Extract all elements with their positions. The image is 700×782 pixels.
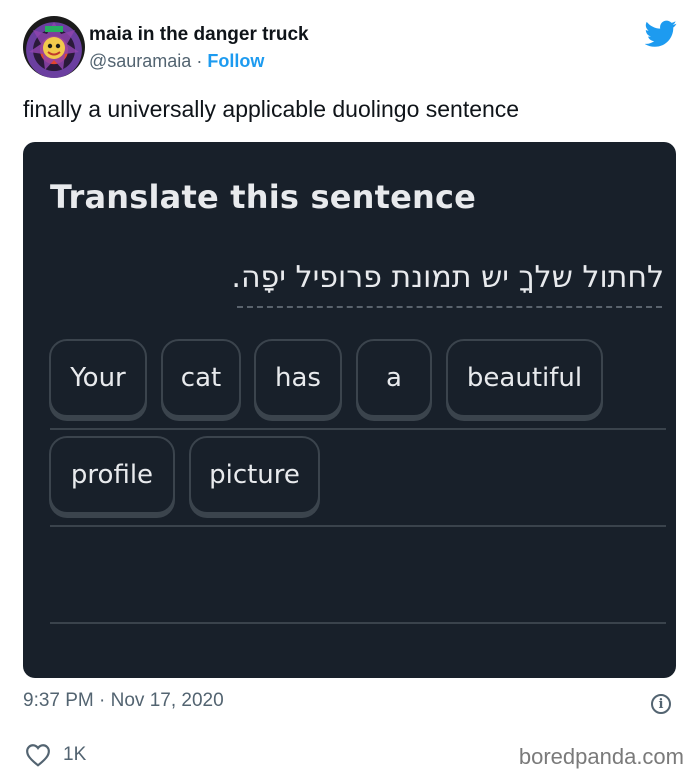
follow-button[interactable]: Follow (207, 51, 264, 71)
like-count: 1K (63, 744, 87, 765)
source-credit: boredpanda.com (518, 744, 684, 769)
handle-row: @sauramaia · Follow (89, 51, 264, 72)
word-chip[interactable]: beautiful (446, 339, 603, 417)
tweet-text: finally a universally applicable duoling… (23, 96, 520, 122)
info-icon[interactable]: i (651, 694, 671, 714)
word-chip[interactable]: profile (49, 436, 175, 514)
hebrew-hint-underline (237, 306, 662, 308)
word-chip[interactable]: Your (49, 339, 147, 417)
word-chip[interactable]: a (356, 339, 432, 417)
duolingo-screenshot: Translate this sentence לחתול שלךָ יש תמ… (23, 142, 676, 678)
tweet-timestamp[interactable]: 9:37 PM · Nov 17, 2020 (23, 690, 224, 712)
word-chip[interactable]: has (254, 339, 342, 417)
answer-line (50, 525, 666, 527)
hebrew-sentence: לחתול שלךָ יש תמונת פרופיל יפָה. (231, 260, 664, 295)
separator-dot: · (196, 51, 203, 71)
like-row[interactable]: 1K (25, 740, 86, 770)
word-chip[interactable]: picture (189, 436, 320, 514)
word-chip[interactable]: cat (161, 339, 241, 417)
answer-line (50, 428, 666, 430)
answer-line (50, 622, 666, 624)
heart-icon[interactable] (25, 743, 51, 767)
avatar[interactable] (23, 16, 85, 78)
twitter-bird-icon[interactable] (645, 20, 677, 48)
author-name[interactable]: maia in the danger truck (89, 24, 309, 46)
author-handle[interactable]: @sauramaia (89, 51, 191, 71)
card-title: Translate this sentence (50, 178, 477, 216)
tweet-header: maia in the danger truck @sauramaia · Fo… (23, 16, 683, 80)
